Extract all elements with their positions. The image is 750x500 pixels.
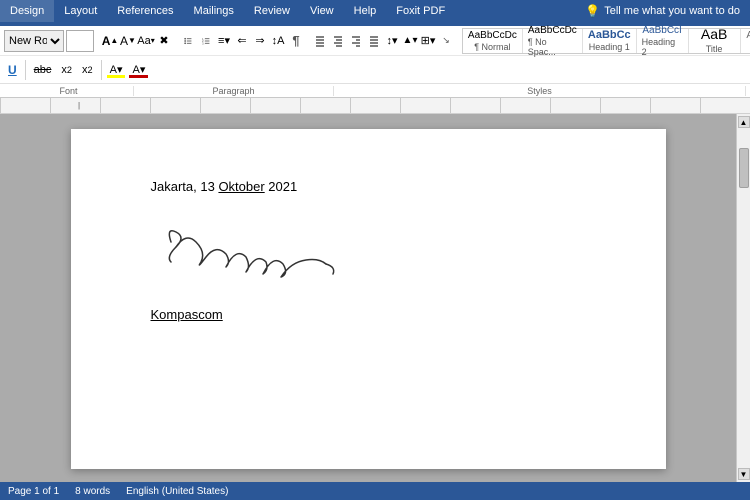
styles-gallery: AaBbCcDc ¶ Normal AaBbCcDc ¶ No Spac... …: [462, 28, 750, 54]
content-area: Jakarta, 13 Oktober 2021 Kompascom ▲: [0, 114, 750, 482]
status-bar: Page 1 of 1 8 words English (United Stat…: [0, 482, 750, 500]
font-name-select[interactable]: New Ro: [4, 30, 64, 52]
style-normal-label: ¶ Normal: [474, 42, 510, 52]
style-heading2-label: Heading 2: [642, 37, 683, 57]
signature-svg: [151, 212, 351, 297]
clear-format-button[interactable]: ✖: [156, 32, 172, 50]
change-case-button[interactable]: Aa▾: [138, 32, 154, 50]
ruler: |: [0, 98, 750, 114]
shading-button[interactable]: ▲▾: [402, 32, 418, 50]
style-subtitle-preview: AaBbCcI: [746, 30, 750, 41]
superscript-button[interactable]: x2: [78, 61, 97, 79]
subscript-button[interactable]: x2: [57, 61, 76, 79]
font-color-button[interactable]: A▾: [128, 61, 149, 79]
tab-design[interactable]: Design: [0, 0, 54, 22]
svg-text:3.: 3.: [202, 41, 205, 45]
status-language: English (United States): [126, 486, 228, 497]
section-labels: Font Paragraph Styles: [0, 84, 750, 98]
style-normal-preview: AaBbCcDc: [468, 30, 517, 41]
style-subtitle[interactable]: AaBbCcI Subtitle: [741, 29, 750, 53]
styles-section-label: Styles: [334, 86, 746, 96]
vertical-scrollbar[interactable]: ▲ ▼: [736, 114, 750, 482]
style-title-label: Title: [706, 44, 723, 54]
tab-review[interactable]: Review: [244, 0, 300, 22]
font-highlight-button[interactable]: A▾: [106, 61, 127, 79]
sep-fmt2: [101, 60, 102, 80]
style-no-spacing-label: ¶ No Spac...: [528, 37, 577, 57]
line-spacing-button[interactable]: ↕▾: [384, 32, 400, 50]
app-window: Design Layout References Mailings Review…: [0, 0, 750, 500]
style-heading1-preview: AaBbCc: [588, 29, 631, 41]
style-normal[interactable]: AaBbCcDc ¶ Normal: [463, 29, 523, 53]
style-heading1[interactable]: AaBbCc Heading 1: [583, 29, 637, 53]
status-words: 8 words: [75, 486, 110, 497]
decrease-indent-button[interactable]: ⇐: [234, 32, 250, 50]
scrollbar-thumb[interactable]: [739, 148, 749, 188]
ribbon-font-row: New Ro 14 A▲ A▼ Aa▾ ✖ 1.2.3. ≡▾ ⇐ ⇒ ↕A ¶: [0, 26, 750, 98]
align-left-button[interactable]: [312, 32, 328, 50]
paragraph-settings-button[interactable]: ↘: [438, 32, 454, 50]
doc-date-line: Jakarta, 13 Oktober 2021: [151, 179, 606, 194]
word-page: Jakarta, 13 Oktober 2021 Kompascom: [71, 129, 666, 469]
tab-mailings[interactable]: Mailings: [184, 0, 244, 22]
style-heading1-label: Heading 1: [589, 42, 630, 52]
date-year: 2021: [265, 179, 298, 194]
scroll-down-button[interactable]: ▼: [738, 468, 750, 480]
bullets-button[interactable]: [180, 32, 196, 50]
status-page: Page 1 of 1: [8, 486, 59, 497]
tab-foxit[interactable]: Foxit PDF: [386, 0, 455, 22]
tab-help[interactable]: Help: [344, 0, 387, 22]
justify-button[interactable]: [366, 32, 382, 50]
style-no-spacing[interactable]: AaBbCcDc ¶ No Spac...: [523, 29, 583, 53]
doc-signer-name: Kompascom: [151, 307, 606, 322]
style-title-preview: AaB: [701, 27, 727, 42]
paragraph-section-label: Paragraph: [134, 86, 334, 96]
style-no-spacing-preview: AaBbCcDc: [528, 25, 577, 36]
underline-button[interactable]: U: [4, 61, 21, 79]
grow-font-button[interactable]: A▲: [102, 32, 118, 50]
font-size-input[interactable]: 14: [66, 30, 94, 52]
tab-references[interactable]: References: [107, 0, 183, 22]
tell-me-bar[interactable]: 💡 Tell me what you want to do: [575, 0, 750, 22]
tell-me-label: Tell me what you want to do: [604, 5, 740, 17]
document-scroll-area: Jakarta, 13 Oktober 2021 Kompascom: [0, 114, 736, 482]
sep-fmt: [25, 60, 26, 80]
shrink-font-button[interactable]: A▼: [120, 32, 136, 50]
tab-view[interactable]: View: [300, 0, 344, 22]
ribbon-tabs-bar: Design Layout References Mailings Review…: [0, 0, 750, 26]
show-paragraph-button[interactable]: ¶: [288, 32, 304, 50]
style-heading2[interactable]: AaBbCcI Heading 2: [637, 29, 689, 53]
scroll-up-button[interactable]: ▲: [738, 116, 750, 128]
multilevel-button[interactable]: ≡▾: [216, 32, 232, 50]
date-prefix: Jakarta, 13: [151, 179, 219, 194]
tab-layout[interactable]: Layout: [54, 0, 107, 22]
date-month: Oktober: [218, 179, 264, 194]
borders-button[interactable]: ⊞▾: [420, 32, 436, 50]
align-right-button[interactable]: [348, 32, 364, 50]
abc-strikethrough-button[interactable]: abc: [30, 61, 56, 79]
style-heading2-preview: AaBbCcI: [642, 25, 681, 36]
increase-indent-button[interactable]: ⇒: [252, 32, 268, 50]
ruler-marks: [0, 98, 750, 113]
signature-image-area: [151, 212, 606, 297]
style-title[interactable]: AaB Title: [689, 29, 741, 53]
font-section-label: Font: [4, 86, 134, 96]
align-center-button[interactable]: [330, 32, 346, 50]
numbering-button[interactable]: 1.2.3.: [198, 32, 214, 50]
lightbulb-icon: 💡: [585, 4, 600, 18]
sort-button[interactable]: ↕A: [270, 32, 286, 50]
